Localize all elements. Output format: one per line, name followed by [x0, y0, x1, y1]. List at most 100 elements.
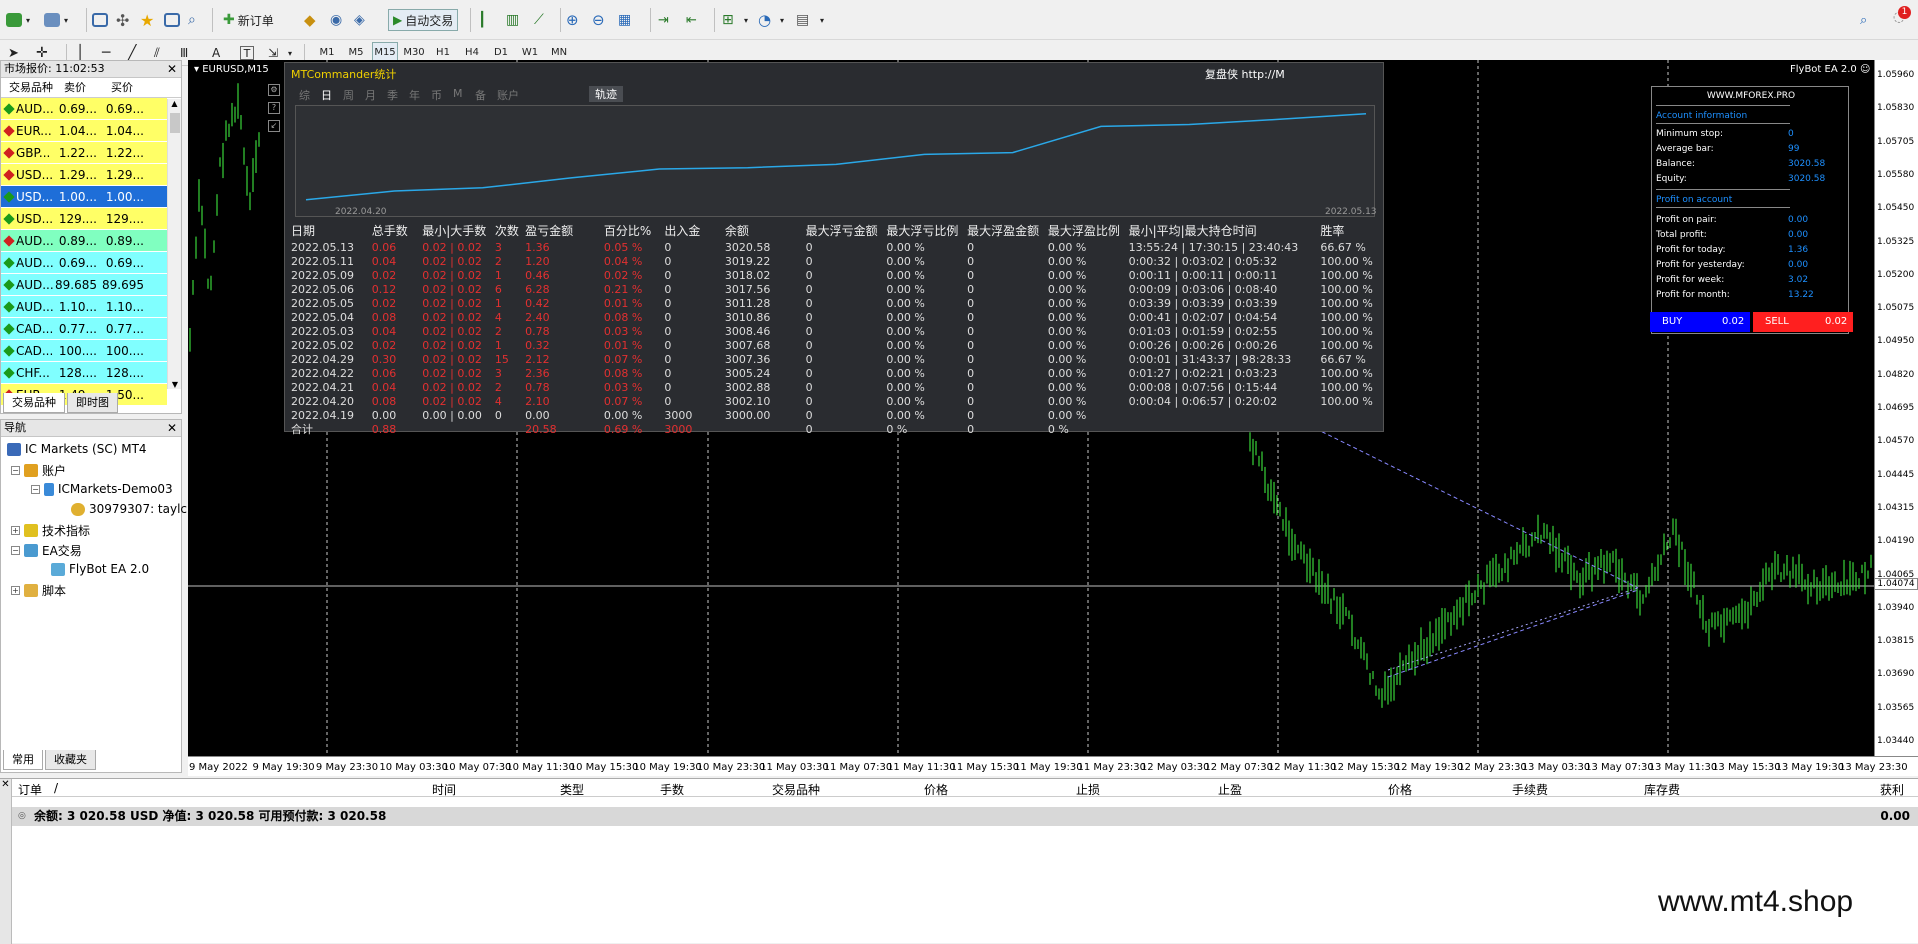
market-watch-row[interactable]: USD... 129.... 129.... — [1, 208, 167, 230]
indicators-icon[interactable]: ⊞ — [722, 9, 734, 31]
navigator-icon[interactable]: ★ — [140, 9, 154, 31]
column-header[interactable]: / — [54, 781, 58, 795]
chart-menu-icon[interactable]: ▾ — [194, 64, 199, 75]
tab-favorites[interactable]: 收藏夹 — [45, 750, 96, 770]
sell-button[interactable]: SELL 0.02 — [1753, 312, 1853, 332]
ea-label[interactable]: FlyBot EA 2.0 ☺ — [1790, 64, 1870, 75]
candlestick-icon[interactable]: ▥ — [506, 9, 519, 31]
market-watch-row[interactable]: AUD... 0.89... 0.89... — [1, 230, 167, 252]
stats-tab[interactable]: 账户 — [497, 87, 519, 103]
market-watch-icon[interactable] — [92, 9, 108, 31]
column-header[interactable]: 交易品种 — [772, 781, 820, 798]
dropdown-arrow-icon[interactable]: ▾ — [744, 9, 748, 31]
buy-button[interactable]: BUY 0.02 — [1650, 312, 1750, 332]
tab-tick-chart[interactable]: 即时图 — [67, 393, 118, 413]
notifications-icon[interactable]: ◌ 1 — [1888, 6, 1911, 28]
close-icon[interactable]: ✕ — [167, 61, 177, 77]
tile-windows-icon[interactable]: ▦ — [618, 9, 631, 31]
new-order-button[interactable]: ✚ 新订单 — [218, 9, 279, 31]
column-header[interactable]: 库存费 — [1644, 781, 1680, 798]
market-watch-row[interactable]: USD... 1.00... 1.00... — [1, 186, 167, 208]
nav-item-accounts[interactable]: − 账户 — [11, 462, 66, 479]
column-bid[interactable]: 卖价 — [53, 78, 100, 97]
expand-icon[interactable]: + — [11, 586, 20, 595]
collapse-icon[interactable]: − — [31, 484, 40, 494]
dropdown-arrow-icon[interactable]: ▾ — [820, 9, 824, 31]
zoom-in-icon[interactable]: ⊕ — [566, 9, 579, 31]
time-scale[interactable]: 9 May 2022 9 May 19:30 9 May 23:30 10 May 0… — [188, 756, 1918, 776]
tab-symbols[interactable]: 交易品种 — [3, 393, 65, 413]
timeframe-w1[interactable]: W1 — [517, 42, 543, 62]
stats-tab[interactable]: 周 — [343, 87, 354, 103]
price-scale[interactable]: 1.05960 1.05830 1.05705 1.05580 1.05450 1.053… — [1874, 60, 1918, 756]
stats-tab[interactable]: 币 — [431, 87, 442, 103]
timeframe-m1[interactable]: M1 — [314, 42, 340, 62]
chart-shift-icon[interactable]: ⇤ — [686, 9, 697, 31]
column-header[interactable]: 止损 — [1076, 781, 1100, 798]
nav-item-broker[interactable]: IC Markets (SC) MT4 — [7, 442, 147, 456]
auto-trading-button[interactable]: ▶ 自动交易 — [388, 9, 459, 31]
close-icon[interactable]: ✕ — [0, 779, 11, 790]
nav-item-experts[interactable]: − EA交易 — [11, 542, 82, 559]
balance-row[interactable]: ◎ 余额: 3 020.58 USD 净值: 3 020.58 可用预付款: 3… — [12, 807, 1918, 826]
search-icon[interactable]: ⌕ — [1860, 9, 1867, 31]
column-header[interactable]: 手续费 — [1512, 781, 1548, 798]
market-watch-row[interactable]: CAD... 100.... 100.... — [1, 340, 167, 362]
dropdown-arrow-icon[interactable]: ▾ — [780, 9, 784, 31]
timeframe-m5[interactable]: M5 — [343, 42, 369, 62]
collapse-icon[interactable]: − — [11, 546, 20, 555]
line-chart-icon[interactable]: ⟋ — [534, 9, 544, 31]
stats-tab[interactable]: 季 — [387, 87, 398, 103]
nav-item-scripts[interactable]: + 脚本 — [11, 582, 66, 599]
market-watch-row[interactable]: AUD... 89.685 89.695 — [1, 274, 167, 296]
stats-tab[interactable]: 日 — [321, 87, 332, 103]
text-label-icon[interactable]: T — [240, 46, 254, 60]
profiles-icon[interactable] — [44, 9, 60, 31]
market-watch-row[interactable]: GBP... 1.22... 1.22... — [1, 142, 167, 164]
tab-common[interactable]: 常用 — [3, 750, 43, 770]
stats-tab[interactable]: M — [453, 87, 463, 100]
new-chart-icon[interactable] — [6, 9, 22, 31]
trajectory-button[interactable]: 轨迹 — [589, 86, 623, 102]
templates-icon[interactable]: ▤ — [796, 9, 809, 31]
chat-icon[interactable]: ◉ — [330, 9, 342, 31]
stats-tab[interactable]: 月 — [365, 87, 376, 103]
market-watch-row[interactable]: USD... 1.29... 1.29... — [1, 164, 167, 186]
market-watch-row[interactable]: AUD... 0.69... 0.69... — [1, 252, 167, 274]
collapse-icon[interactable]: ↙ — [268, 120, 280, 132]
timeframe-m30[interactable]: M30 — [401, 42, 427, 62]
market-watch-row[interactable]: AUD... 0.69... 0.69... — [1, 98, 167, 120]
timeframe-h1[interactable]: H1 — [430, 42, 456, 62]
zoom-out-icon[interactable]: ⊖ — [592, 9, 605, 31]
column-header[interactable]: 价格 — [924, 781, 948, 798]
bar-chart-icon[interactable]: ┃ — [478, 9, 486, 31]
close-icon[interactable]: ✕ — [167, 420, 177, 436]
nav-item-flybot[interactable]: FlyBot EA 2.0 — [51, 562, 149, 576]
terminal-icon[interactable] — [164, 9, 180, 31]
stats-tab[interactable]: 备 — [475, 87, 486, 103]
timeframe-mn[interactable]: MN — [546, 42, 572, 62]
nav-item-account[interactable]: 30979307: taylc — [71, 502, 187, 516]
chart-window[interactable]: ▾ EURUSD,M15 FlyBot EA 2.0 ☺ MTCommander… — [188, 60, 1918, 776]
market-watch-row[interactable]: CAD... 0.77... 0.77... — [1, 318, 167, 340]
nav-item-server[interactable]: − ICMarkets-Demo03 — [31, 482, 173, 496]
market-watch-scrollbar[interactable]: ▲ ▼ — [167, 99, 181, 389]
signals-icon[interactable]: ◈ — [354, 9, 365, 31]
stats-tab[interactable]: 综 — [299, 87, 310, 103]
column-header[interactable]: 价格 — [1388, 781, 1412, 798]
column-header[interactable]: 手数 — [660, 781, 684, 798]
stats-link[interactable]: 复盘侠 http://M — [1205, 66, 1285, 82]
settings-icon[interactable]: ⚙ — [268, 84, 280, 96]
column-header[interactable]: 获利 — [1880, 781, 1904, 798]
collapse-icon[interactable]: − — [11, 466, 20, 475]
help-icon[interactable]: ? — [268, 102, 280, 114]
column-header[interactable]: 订单 — [18, 781, 42, 798]
data-window-icon[interactable]: ✣ — [116, 9, 129, 31]
column-header[interactable]: 止盈 — [1218, 781, 1242, 798]
tester-icon[interactable]: ⌕ — [188, 9, 196, 31]
periods-icon[interactable]: ◔ — [758, 9, 771, 31]
market-watch-row[interactable]: AUD... 1.10... 1.10... — [1, 296, 167, 318]
timeframe-d1[interactable]: D1 — [488, 42, 514, 62]
market-watch-row[interactable]: CHF... 128.... 128.... — [1, 362, 167, 384]
timeframe-m15[interactable]: M15 — [372, 42, 398, 62]
